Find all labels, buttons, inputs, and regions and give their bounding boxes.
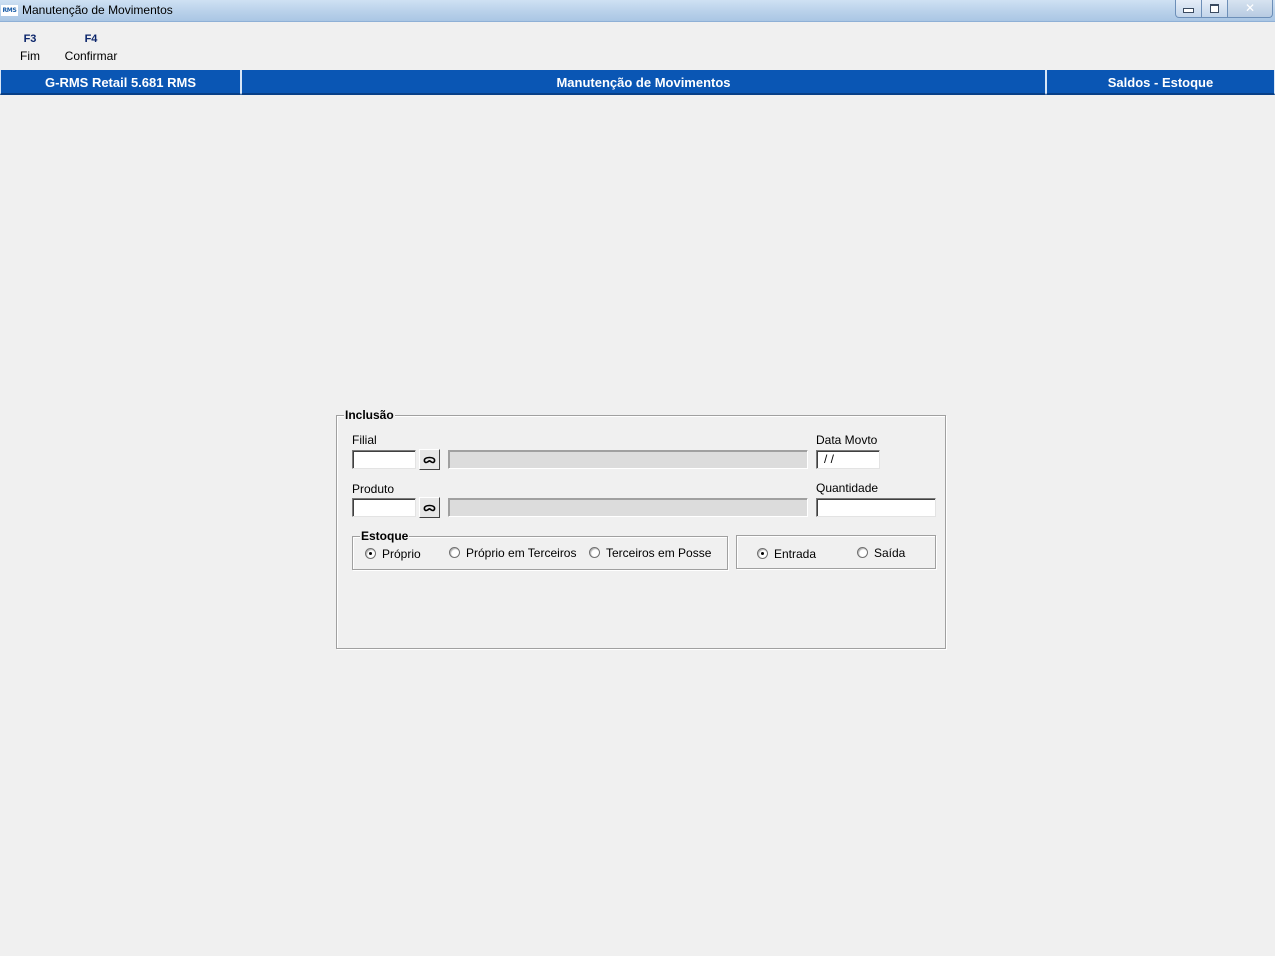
filial-input[interactable] xyxy=(352,450,416,469)
binoculars-icon: ᯅ xyxy=(423,500,436,514)
fkey-label: Fim xyxy=(20,49,40,63)
filial-label: Filial xyxy=(352,433,377,447)
radio-label: Próprio em Terceiros xyxy=(466,546,577,560)
produto-lookup-button[interactable]: ᯅ xyxy=(419,497,440,518)
data-movto-label: Data Movto xyxy=(816,433,878,447)
produto-input[interactable] xyxy=(352,498,416,517)
maximize-button[interactable] xyxy=(1201,0,1228,18)
screen-header: G-RMS Retail 5.681 RMS Manutenção de Mov… xyxy=(0,70,1275,95)
data-movto-input[interactable]: / / xyxy=(816,450,880,469)
fkey-label: Confirmar xyxy=(64,49,118,63)
filial-lookup-button[interactable]: ᯅ xyxy=(419,449,440,470)
filial-description-field xyxy=(448,450,808,469)
system-version: G-RMS Retail 5.681 RMS xyxy=(0,70,241,95)
estoque-proprio-terceiros-radio[interactable]: Próprio em Terceiros xyxy=(449,546,576,560)
module-name: Saldos - Estoque xyxy=(1046,70,1275,95)
radio-label: Entrada xyxy=(774,547,817,561)
app-logo: RMS xyxy=(1,5,18,16)
quantidade-input[interactable] xyxy=(816,498,936,517)
estoque-group-title: Estoque xyxy=(360,529,410,544)
fkey-code: F3 xyxy=(23,33,37,45)
window-title: Manutenção de Movimentos xyxy=(22,3,173,17)
minimize-icon xyxy=(1183,8,1194,13)
radio-label: Terceiros em Posse xyxy=(606,546,712,560)
radio-unchecked-icon xyxy=(857,547,868,558)
close-icon: ✕ xyxy=(1244,1,1256,15)
binoculars-icon: ᯅ xyxy=(423,452,436,466)
produto-description-field xyxy=(448,498,808,517)
radio-checked-icon xyxy=(365,548,376,559)
estoque-proprio-radio[interactable]: Próprio xyxy=(365,547,421,561)
close-button[interactable]: ✕ xyxy=(1227,0,1273,18)
inclusao-group-title: Inclusão xyxy=(344,408,395,423)
radio-checked-icon xyxy=(757,548,768,559)
maximize-icon xyxy=(1210,4,1219,13)
window-title-bar[interactable]: RMS Manutenção de Movimentos ✕ xyxy=(0,0,1275,22)
radio-unchecked-icon xyxy=(589,547,600,558)
minimize-button[interactable] xyxy=(1175,0,1202,18)
radio-unchecked-icon xyxy=(449,547,460,558)
tipo-saida-radio[interactable]: Saída xyxy=(857,546,905,560)
radio-label: Saída xyxy=(874,546,906,560)
tipo-entrada-radio[interactable]: Entrada xyxy=(757,547,816,561)
radio-label: Próprio xyxy=(382,547,421,561)
fkey-confirmar-button[interactable]: F4 Confirmar xyxy=(61,31,121,65)
screen-title: Manutenção de Movimentos xyxy=(241,70,1046,95)
quantidade-label: Quantidade xyxy=(816,481,879,495)
produto-label: Produto xyxy=(352,482,395,496)
estoque-terceiros-posse-radio[interactable]: Terceiros em Posse xyxy=(589,546,711,560)
fkey-code: F4 xyxy=(84,33,98,45)
fkey-fim-button[interactable]: F3 Fim xyxy=(0,31,60,65)
